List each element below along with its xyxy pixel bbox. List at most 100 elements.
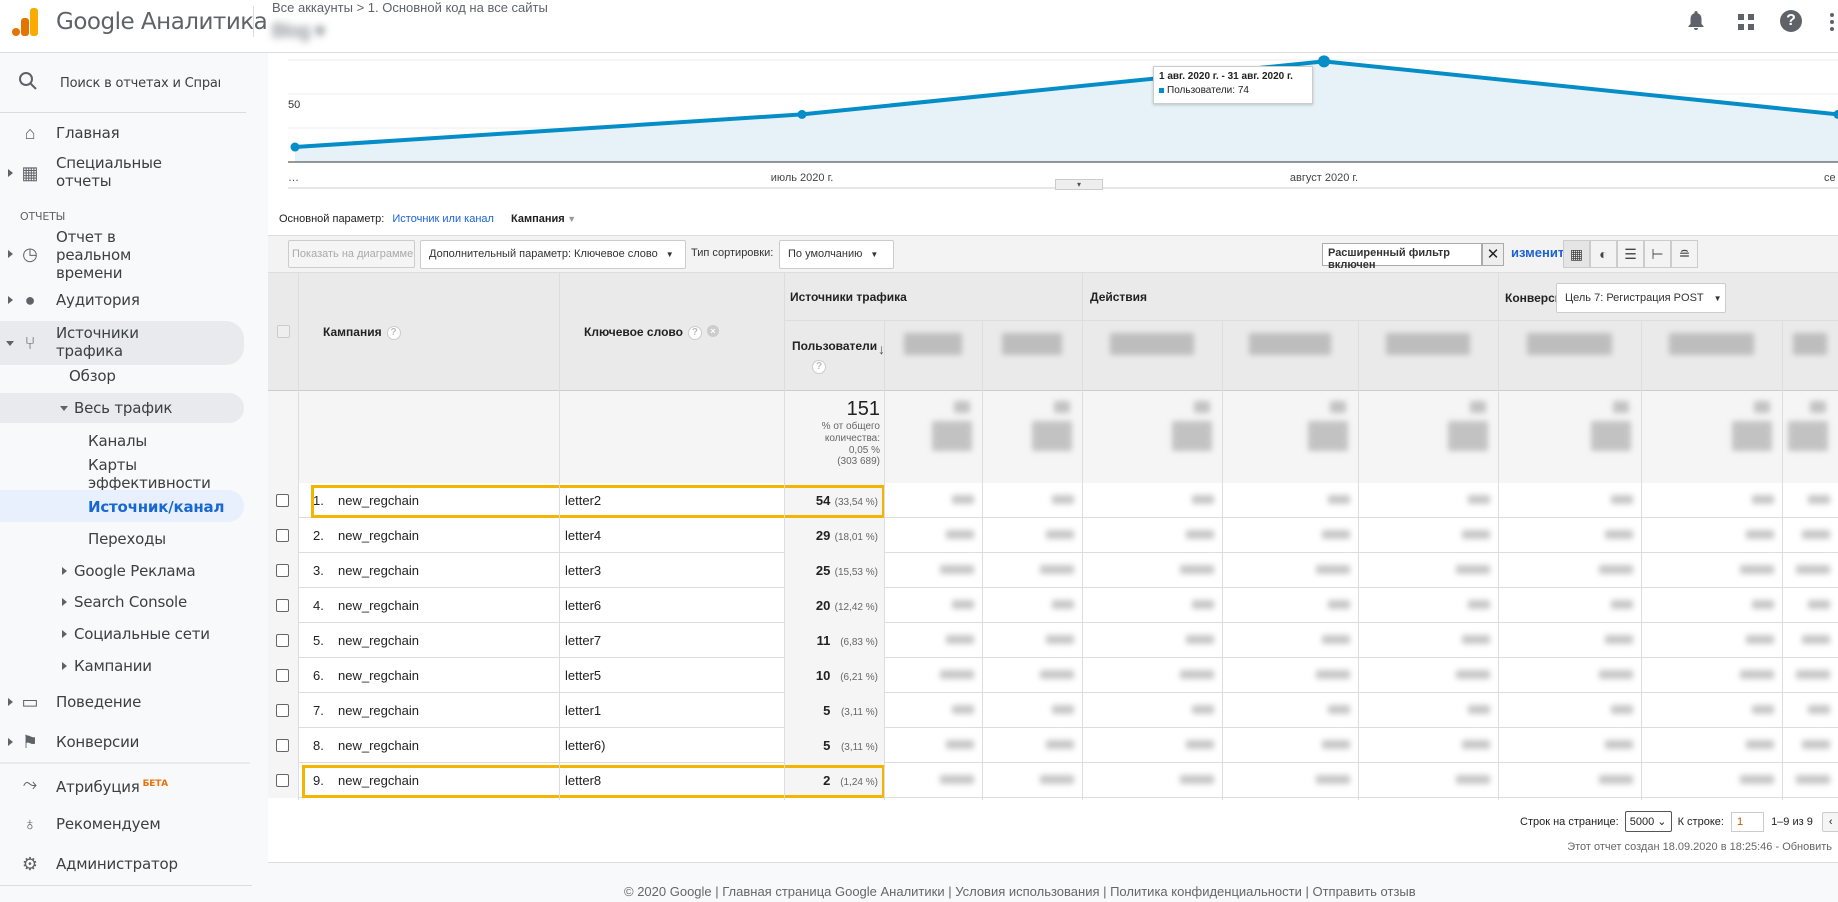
keyword-link[interactable]: letter6) xyxy=(565,738,605,753)
sidebar-item-audience[interactable]: Аудитория xyxy=(56,291,140,309)
apps-icon[interactable] xyxy=(1738,14,1754,35)
sort-type-select[interactable]: По умолчанию ▼ xyxy=(779,240,894,269)
sidebar-item-discover[interactable]: Рекомендуем xyxy=(56,815,161,833)
sidebar-item-custom-reports[interactable]: Специальные отчеты xyxy=(56,154,162,190)
collapse-arrow-icon[interactable] xyxy=(6,341,14,346)
row-checkbox[interactable] xyxy=(276,669,289,682)
keyword-link[interactable]: letter5 xyxy=(565,668,601,683)
goto-row-input[interactable]: 1 xyxy=(1731,812,1764,832)
footer-links[interactable]: © 2020 Google | Главная страница Google … xyxy=(624,884,1416,899)
help-icon[interactable]: ? xyxy=(1780,10,1802,32)
top-header: Google Аналитика Все аккаунты > 1. Основ… xyxy=(0,0,1838,53)
row-checkbox[interactable] xyxy=(276,529,289,542)
sidebar-item-search-console[interactable]: Search Console xyxy=(74,593,187,611)
secondary-dimension-select[interactable]: Дополнительный параметр: Ключевое слово ▼ xyxy=(420,240,686,269)
campaign-link[interactable]: new_regchain xyxy=(338,598,419,613)
keyword-link[interactable]: letter6 xyxy=(565,598,601,613)
row-checkbox[interactable] xyxy=(276,704,289,717)
term-cloud-view-icon[interactable]: ≘ xyxy=(1671,240,1698,268)
sidebar-item-social[interactable]: Социальные сети xyxy=(74,625,210,643)
column-header-keyword[interactable]: Ключевое слово? × xyxy=(584,325,719,340)
table-view-icon[interactable]: ▦ xyxy=(1563,240,1590,268)
rows-per-page-select[interactable]: 5000 ⌄ xyxy=(1624,811,1672,832)
pie-view-icon[interactable]: ◐ xyxy=(1590,240,1617,268)
row-checkbox[interactable] xyxy=(276,774,289,787)
breadcrumb[interactable]: Все аккаунты > 1. Основной код на все са… xyxy=(272,0,548,15)
expand-arrow-icon[interactable] xyxy=(62,662,67,670)
row-checkbox[interactable] xyxy=(276,494,289,507)
advanced-filter-input[interactable]: Расширенный фильтр включен xyxy=(1322,243,1482,271)
dimension-campaign-active[interactable]: Кампания xyxy=(511,213,565,225)
remove-dimension-icon[interactable]: × xyxy=(706,325,719,337)
goal-select[interactable]: Цель 7: Регистрация POST ▼ xyxy=(1556,283,1726,313)
clear-filter-button[interactable]: ✕ xyxy=(1482,243,1504,266)
column-divider xyxy=(1222,320,1223,800)
campaign-link[interactable]: new_regchain xyxy=(338,668,419,683)
expand-arrow-icon[interactable] xyxy=(62,598,67,606)
expand-arrow-icon[interactable] xyxy=(8,250,13,258)
search-icon[interactable] xyxy=(18,71,38,96)
select-all-checkbox[interactable] xyxy=(277,325,290,338)
more-icon[interactable] xyxy=(1830,13,1834,31)
totals-pct: 0,05 % xyxy=(848,445,880,456)
chart-toggle-button[interactable]: ▾ xyxy=(1055,179,1103,190)
campaign-link[interactable]: new_regchain xyxy=(338,633,419,648)
keyword-link[interactable]: letter7 xyxy=(565,633,601,648)
help-icon[interactable]: ? xyxy=(687,325,702,340)
collapse-arrow-icon[interactable] xyxy=(60,406,68,411)
sidebar-item-treemaps[interactable]: Карты эффективности xyxy=(88,456,211,492)
plot-rows-button[interactable]: Показать на диаграмме xyxy=(288,240,415,268)
expand-arrow-icon[interactable] xyxy=(62,567,67,575)
sidebar-item-realtime[interactable]: Отчет в реальном времени xyxy=(56,228,131,282)
sidebar-item-overview[interactable]: Обзор xyxy=(69,367,116,385)
campaign-link[interactable]: new_regchain xyxy=(338,703,419,718)
obscured-total xyxy=(1172,421,1212,451)
help-icon[interactable]: ? xyxy=(812,359,826,374)
users-cell: 25 (15,53 %) xyxy=(788,563,878,578)
sidebar-item-home[interactable]: Главная xyxy=(56,124,120,142)
row-checkbox[interactable] xyxy=(276,599,289,612)
expand-arrow-icon[interactable] xyxy=(8,169,13,177)
chevron-down-icon: ▼ xyxy=(665,250,674,259)
keyword-link[interactable]: letter1 xyxy=(565,703,601,718)
row-checkbox[interactable] xyxy=(276,739,289,752)
campaign-link[interactable]: new_regchain xyxy=(338,563,419,578)
dimension-link-source-medium[interactable]: Источник или канал xyxy=(392,213,494,225)
column-header-users[interactable]: Пользователи? ↓ xyxy=(792,339,885,374)
sidebar-item-conversions[interactable]: Конверсии xyxy=(56,733,139,751)
obscured-cell xyxy=(1808,495,1830,504)
sidebar-item-behavior[interactable]: Поведение xyxy=(56,693,141,711)
performance-view-icon[interactable]: ☰ xyxy=(1617,240,1644,268)
keyword-link[interactable]: letter3 xyxy=(565,563,601,578)
obscured-cell xyxy=(1456,565,1490,574)
property-selector[interactable]: Blog ▾ xyxy=(272,20,325,43)
row-checkbox[interactable] xyxy=(276,634,289,647)
sidebar-item-all-traffic[interactable]: Весь трафик xyxy=(74,399,172,417)
clock-icon: ◷ xyxy=(22,244,38,264)
sidebar-item-source-medium[interactable]: Источник/канал xyxy=(88,498,224,516)
sidebar-item-google-ads[interactable]: Google Реклама xyxy=(74,562,196,580)
row-checkbox[interactable] xyxy=(276,564,289,577)
sidebar-item-channels[interactable]: Каналы xyxy=(88,432,147,450)
column-header-campaign[interactable]: Кампания? xyxy=(323,325,401,340)
chevron-down-icon[interactable]: ▼ xyxy=(565,214,576,224)
obscured-total xyxy=(1591,421,1631,451)
comparison-view-icon[interactable]: ⊢ xyxy=(1644,240,1671,268)
help-icon[interactable]: ? xyxy=(386,325,401,340)
search-input[interactable]: Поиск в отчетах и Справке xyxy=(60,75,220,93)
expand-arrow-icon[interactable] xyxy=(62,630,67,638)
sidebar-item-attribution[interactable]: Атрибуция БЕТА xyxy=(56,775,168,796)
keyword-link[interactable]: letter4 xyxy=(565,528,601,543)
campaign-link[interactable]: new_regchain xyxy=(338,528,419,543)
label-line: Специальные xyxy=(56,154,162,172)
sidebar-item-campaigns[interactable]: Кампании xyxy=(74,657,152,675)
expand-arrow-icon[interactable] xyxy=(8,296,13,304)
expand-arrow-icon[interactable] xyxy=(8,698,13,706)
campaign-link[interactable]: new_regchain xyxy=(338,738,419,753)
sidebar-item-referrals[interactable]: Переходы xyxy=(88,530,166,548)
prev-page-button[interactable]: ‹ xyxy=(1821,812,1838,832)
bell-icon[interactable] xyxy=(1688,10,1704,30)
sidebar-item-acquisition[interactable]: Источники трафика xyxy=(56,324,139,360)
sidebar-item-admin[interactable]: Администратор xyxy=(56,855,178,873)
expand-arrow-icon[interactable] xyxy=(8,738,13,746)
